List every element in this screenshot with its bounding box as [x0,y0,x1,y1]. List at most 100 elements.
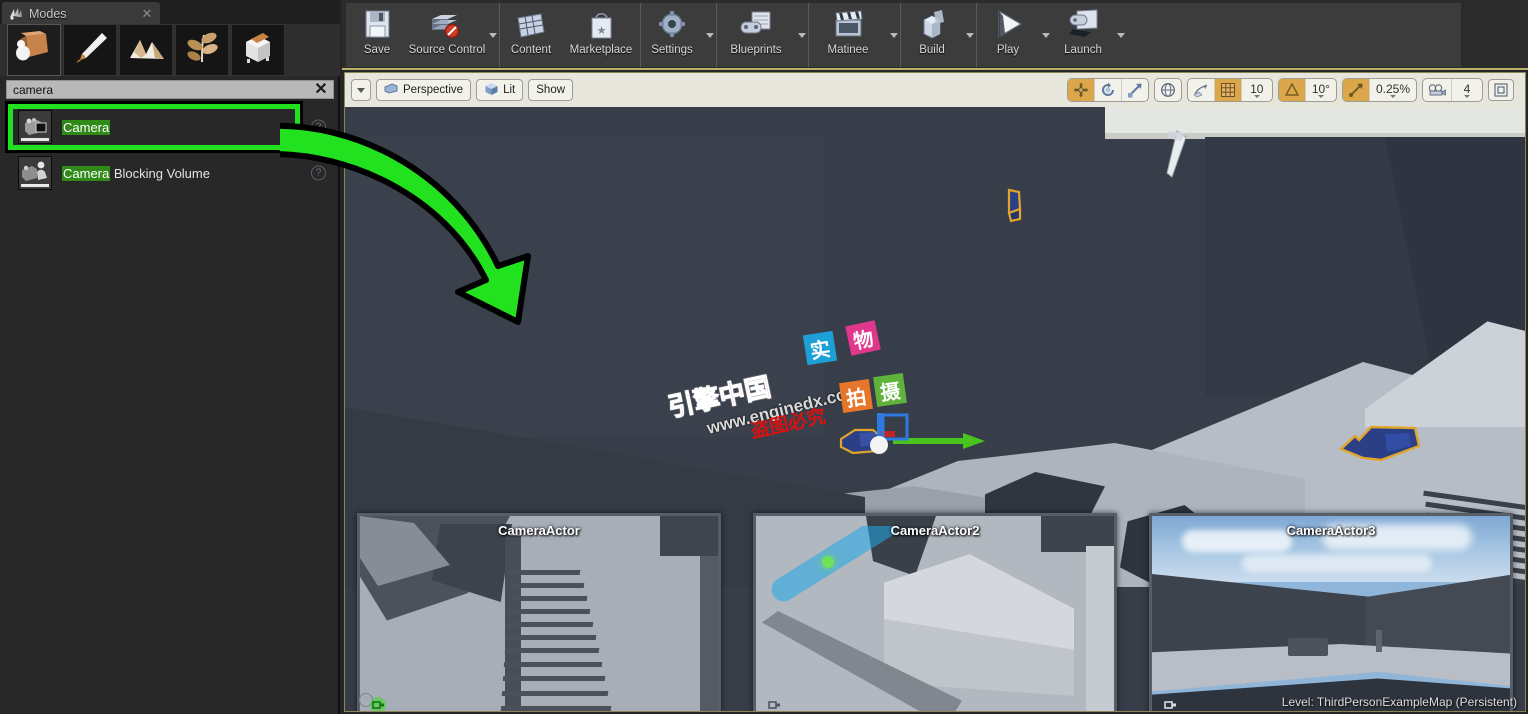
scale-tool[interactable] [1122,79,1148,101]
close-icon[interactable]: ✕ [309,81,333,98]
chevron-down-icon [889,32,898,38]
level-viewport: Perspective Lit Show 10 10° 0.25% 4 引擎中国… [344,72,1526,712]
play-dropdown[interactable] [1039,3,1052,67]
pin-preview-icon[interactable] [766,697,782,709]
viewport-options-button[interactable] [351,79,371,101]
save-floppy-icon [357,8,397,42]
viewport-toolbar: Perspective Lit Show 10 10° 0.25% 4 [345,73,1525,107]
camera-speed-value[interactable]: 4 [1452,79,1482,101]
content-button[interactable]: Content [500,3,562,67]
camera-actor-3-gizmo[interactable] [1335,422,1425,472]
foliage-mode-button[interactable] [175,24,229,76]
camera-speed-group: 4 [1422,78,1483,102]
toolbar-group-play: Play Launch [977,3,1127,67]
maximize-viewport-button[interactable] [1488,79,1514,101]
landscape-mode-button[interactable] [119,24,173,76]
search-input[interactable]: camera [7,83,309,97]
chevron-down-icon [488,32,497,38]
save-button[interactable]: Save [346,3,408,67]
lit-cube-icon [484,82,499,99]
chevron-down-icon [1389,95,1396,98]
build-dropdown[interactable] [963,3,976,67]
search-classes-field[interactable]: camera ✕ [6,80,334,99]
build-blocks-icon [912,8,952,42]
help-icon[interactable]: ? [311,119,326,135]
source-control-dropdown[interactable] [486,3,499,67]
camera-preview-3[interactable]: CameraActor3 [1149,513,1513,711]
camera-actor-2-gizmo[interactable] [1000,187,1030,232]
launch-dropdown[interactable] [1114,3,1127,67]
list-item-label-rest: Blocking Volume [110,165,210,181]
save-button-label: Save [363,44,391,56]
camera-preview-2[interactable]: CameraActor2 [753,513,1117,711]
grid-snap-toggle[interactable] [1214,79,1242,101]
grid-snap-value[interactable]: 10 [1242,79,1272,101]
show-flags-button[interactable]: Show [528,79,574,101]
marketplace-button[interactable]: ★ Marketplace [562,3,640,67]
chevron-down-icon [705,32,714,38]
blueprints-dropdown[interactable] [795,3,808,67]
mode-buttons-row [7,24,285,76]
chevron-down-icon [797,32,806,38]
camera-preview-1[interactable]: CameraActor [357,513,721,711]
settings-button[interactable]: Settings [641,3,703,67]
surface-snap-toggle[interactable] [1188,79,1215,101]
matinee-button[interactable]: Matinee [809,3,887,67]
view-mode-button[interactable]: Lit [476,79,524,101]
camera-speed-icon[interactable] [1423,79,1452,101]
angle-snap-toggle[interactable] [1278,79,1306,101]
thumb-base-bar [21,184,49,187]
blueprints-button[interactable]: Blueprints [717,3,795,67]
perspective-camera-icon [384,82,399,98]
translate-tool[interactable] [1067,79,1095,101]
angle-snap-value-label: 10° [1311,82,1330,96]
main-toolbar: Save Source Control Content ★ Marketplac… [342,0,1528,70]
build-button[interactable]: Build [901,3,963,67]
list-item-label: Camera Blocking Volume [62,165,210,181]
viewport-scene[interactable]: 引擎中国 www.enginedx.com 盗图必究 实 物 拍 摄 Camer… [345,107,1525,711]
camera-blocking-volume-thumb [18,156,52,190]
level-status-value: ThirdPersonExampleMap (Persistent) [1316,695,1517,709]
toolbar-group-settings: Settings [641,3,717,67]
camera-preview-2-title: CameraActor2 [890,523,980,538]
settings-dropdown[interactable] [703,3,716,67]
thumb-base-bar [21,138,49,141]
toolbar-group-file: Save Source Control [346,3,500,67]
scale-snap-value[interactable]: 0.25% [1370,79,1416,101]
source-control-button[interactable]: Source Control [408,3,486,67]
blueprints-button-label: Blueprints [730,44,782,56]
scale-snap-group: 0.25% [1341,78,1417,102]
list-item-camera-blocking-volume[interactable]: Camera Blocking Volume ? [0,150,340,196]
tab-modes[interactable]: Modes ✕ [2,2,160,25]
camera-actor-thumb [18,110,52,144]
pin-preview-icon[interactable] [1162,697,1178,709]
scale-snap-value-label: 0.25% [1375,82,1410,96]
geometry-edit-mode-button[interactable] [231,24,285,76]
angle-snap-value[interactable]: 10° [1306,79,1336,101]
modes-icon [8,6,24,22]
blueprints-gamepad-icon [736,8,776,42]
chevron-down-icon [1464,95,1470,98]
landscape-mountain-icon [124,28,168,73]
dropped-camera-actor[interactable] [833,403,993,470]
list-item-camera[interactable]: Camera ? [0,104,340,150]
toolbar-group-content: Content ★ Marketplace [500,3,641,67]
player-start-actor[interactable] [1155,129,1195,194]
help-icon[interactable]: ? [311,165,326,181]
paint-mode-button[interactable] [63,24,117,76]
settings-gear-icon [652,8,692,42]
camera-type-button[interactable]: Perspective [376,79,472,101]
angle-snap-group: 10° [1277,78,1337,102]
play-button[interactable]: Play [977,3,1039,67]
scale-snap-toggle[interactable] [1342,79,1370,101]
close-icon[interactable]: ✕ [140,7,154,20]
matinee-clapper-icon [828,8,868,42]
world-coordinate-toggle[interactable] [1155,79,1181,101]
matinee-dropdown[interactable] [887,3,900,67]
place-mode-button[interactable] [7,24,61,76]
pin-preview-icon[interactable] [370,697,386,711]
modes-tabstrip: Modes ✕ [0,0,340,25]
launch-button[interactable]: Launch [1052,3,1114,67]
toolbar-group-matinee: Matinee [809,3,901,67]
rotate-tool[interactable] [1095,79,1122,101]
